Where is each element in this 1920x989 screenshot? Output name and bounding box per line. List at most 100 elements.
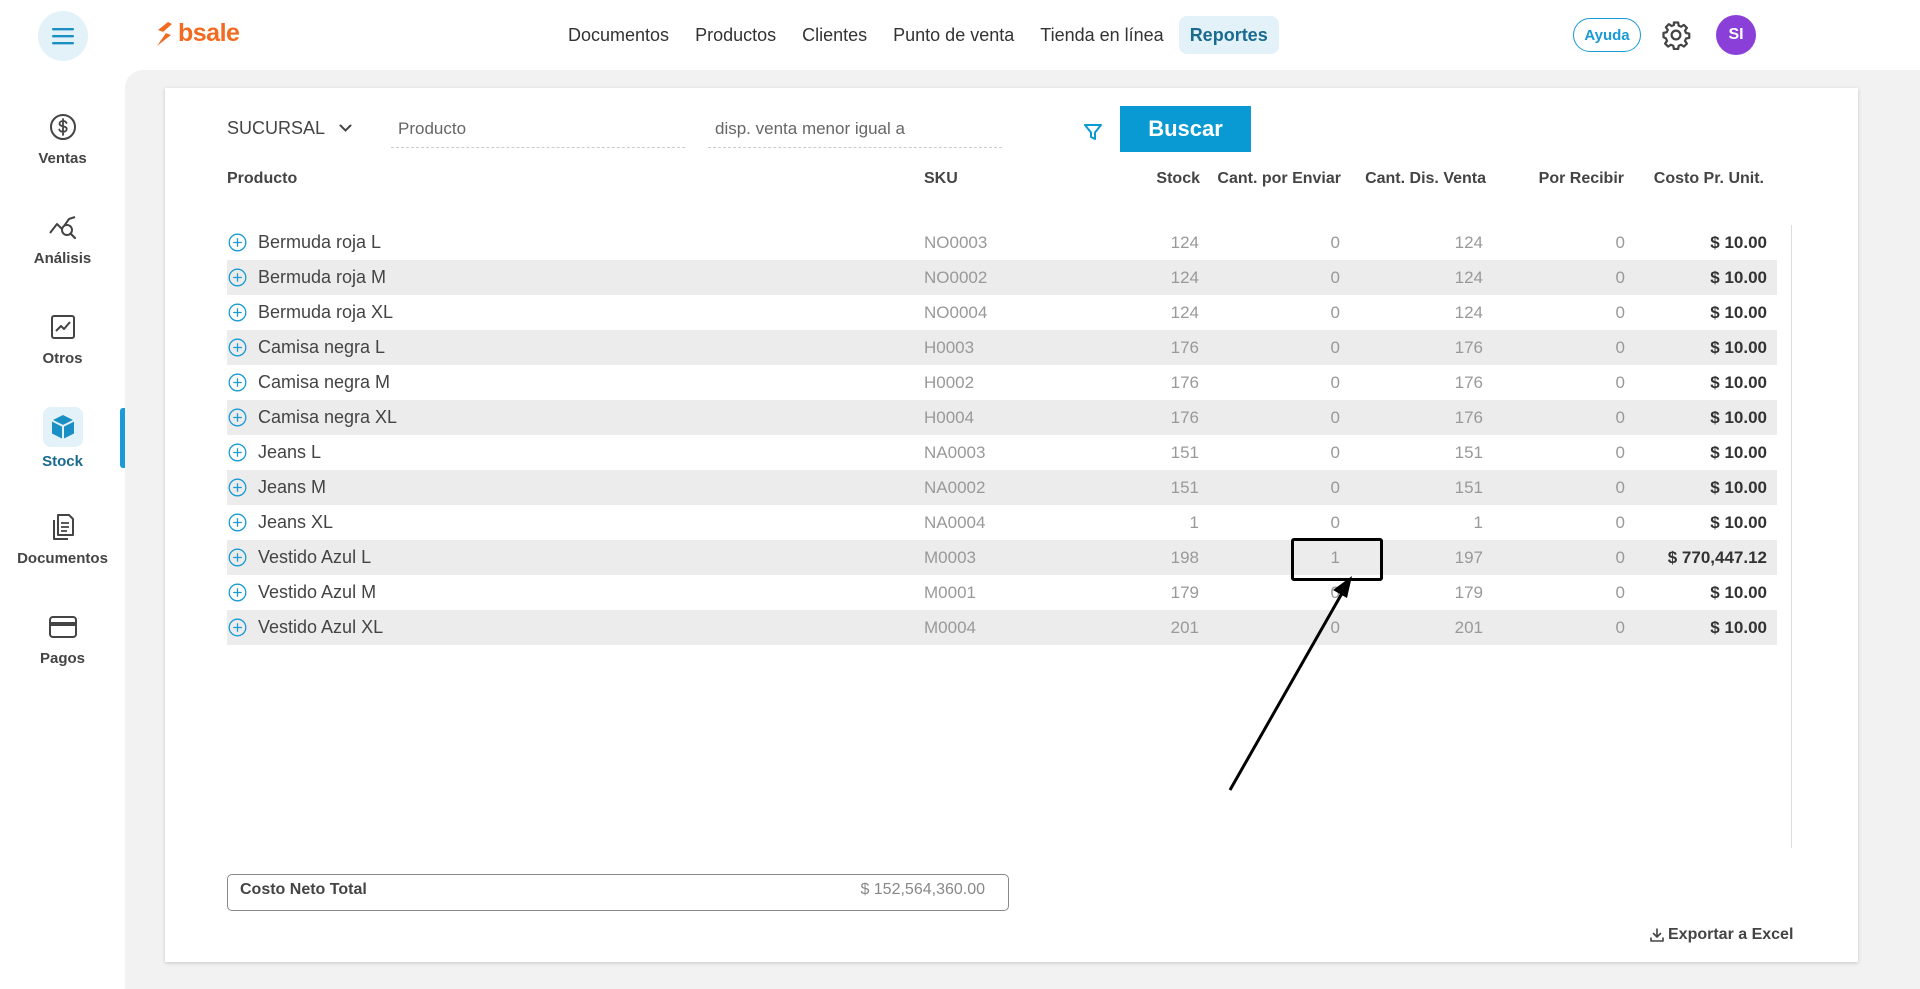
stock-value: 176 — [1170, 373, 1199, 392]
to-receive-value: 0 — [1615, 408, 1625, 427]
column-header-product[interactable]: Producto — [227, 170, 297, 188]
expand-row-icon[interactable] — [228, 443, 247, 462]
sidebar-item-pagos[interactable]: Pagos — [0, 598, 125, 678]
column-header-stock[interactable]: Stock — [1156, 170, 1200, 188]
bsale-logo-icon — [157, 21, 172, 46]
nav-clientes[interactable]: Clientes — [791, 16, 878, 54]
available-value: 1 — [1473, 513, 1483, 532]
product-sku: H0004 — [924, 408, 975, 427]
product-sku: H0003 — [924, 338, 975, 357]
sidebar-item-analisis[interactable]: Análisis — [0, 198, 125, 278]
expand-row-icon[interactable] — [228, 303, 247, 322]
sidebar-item-ventas[interactable]: Ventas — [0, 98, 125, 178]
branch-select-label: SUCURSAL — [227, 118, 326, 138]
filter-icon[interactable] — [1083, 122, 1103, 142]
brand-logo[interactable]: bsale — [154, 19, 240, 48]
to-receive-value: 0 — [1615, 233, 1625, 252]
product-sku: NA0004 — [924, 513, 986, 532]
table-row[interactable]: Camisa negra M H0002 176 0 176 0 $ 10.00 — [227, 365, 1777, 400]
available-value: 176 — [1454, 408, 1483, 427]
branch-select[interactable]: SUCURSAL — [227, 118, 352, 139]
product-sku: NA0003 — [924, 443, 986, 462]
to-receive-value: 0 — [1615, 303, 1625, 322]
dollar-circle-icon — [49, 113, 76, 140]
nav-productos[interactable]: Productos — [684, 16, 787, 54]
product-sku: M0004 — [924, 618, 976, 637]
nav-reportes[interactable]: Reportes — [1178, 16, 1279, 54]
disp-venta-input[interactable]: disp. venta menor igual a — [708, 114, 1002, 148]
filter-bar: SUCURSAL Producto disp. venta menor igua… — [227, 106, 1827, 152]
table-row[interactable]: Camisa negra L H0003 176 0 176 0 $ 10.00 — [227, 330, 1777, 365]
to-receive-value: 0 — [1615, 338, 1625, 357]
expand-row-icon[interactable] — [228, 548, 247, 567]
available-value: 201 — [1454, 618, 1483, 637]
search-button[interactable]: Buscar — [1120, 106, 1251, 152]
sidebar-item-stock[interactable]: Stock — [0, 398, 125, 478]
to-send-value: 0 — [1330, 268, 1340, 287]
product-sku: NO0002 — [924, 268, 988, 287]
product-name: Camisa negra XL — [258, 407, 398, 427]
stock-value: 151 — [1170, 443, 1199, 462]
table-row[interactable]: Vestido Azul L M0003 198 1 197 0 $ 770,447.12 — [227, 540, 1777, 575]
top-bar: bsale Documentos Productos Clientes Punt… — [0, 0, 1920, 70]
expand-row-icon[interactable] — [228, 373, 247, 392]
export-excel-button[interactable]: Exportar a Excel — [1650, 926, 1793, 944]
stock-value: 1 — [1189, 513, 1199, 532]
product-name: Jeans L — [258, 442, 322, 462]
column-header-unit-cost[interactable]: Costo Pr. Unit. — [1654, 170, 1764, 188]
export-excel-label: Exportar a Excel — [1668, 926, 1794, 943]
table-row[interactable]: Bermuda roja M NO0002 124 0 124 0 $ 10.00 — [227, 260, 1777, 295]
sidebar-item-otros[interactable]: Otros — [0, 298, 125, 378]
sidebar-item-documentos[interactable]: Documentos — [0, 498, 125, 578]
expand-row-icon[interactable] — [228, 408, 247, 427]
expand-row-icon[interactable] — [228, 478, 247, 497]
user-avatar[interactable]: SI — [1716, 15, 1756, 55]
to-send-value: 0 — [1330, 233, 1340, 252]
to-send-value: 0 — [1330, 373, 1340, 392]
stock-value: 124 — [1170, 233, 1199, 252]
stock-value: 124 — [1170, 303, 1199, 322]
expand-row-icon[interactable] — [228, 233, 247, 252]
column-header-to-send[interactable]: Cant. por Enviar — [1217, 170, 1341, 188]
nav-documentos[interactable]: Documentos — [557, 16, 680, 54]
table-row[interactable]: Vestido Azul M M0001 179 0 179 0 $ 10.00 — [227, 575, 1777, 610]
nav-tienda-en-linea[interactable]: Tienda en línea — [1029, 16, 1174, 54]
column-header-sku[interactable]: SKU — [924, 170, 958, 188]
help-button[interactable]: Ayuda — [1573, 18, 1641, 52]
total-net-cost: Costo Neto Total $ 152,564,360.00 — [227, 874, 1009, 911]
table-row[interactable]: Bermuda roja L NO0003 124 0 124 0 $ 10.00 — [227, 225, 1777, 260]
product-name: Bermuda roja XL — [258, 302, 394, 322]
stock-value: 176 — [1170, 408, 1199, 427]
available-value: 197 — [1454, 548, 1483, 567]
to-send-value: 0 — [1330, 303, 1340, 322]
expand-row-icon[interactable] — [228, 268, 247, 287]
to-receive-value: 0 — [1615, 548, 1625, 567]
table-row[interactable]: Jeans M NA0002 151 0 151 0 $ 10.00 — [227, 470, 1777, 505]
column-header-available[interactable]: Cant. Dis. Venta — [1365, 170, 1486, 188]
expand-row-icon[interactable] — [228, 338, 247, 357]
table-row[interactable]: Jeans L NA0003 151 0 151 0 $ 10.00 — [227, 435, 1777, 470]
to-receive-value: 0 — [1615, 583, 1625, 602]
gear-icon[interactable] — [1661, 20, 1691, 50]
table-row[interactable]: Camisa negra XL H0004 176 0 176 0 $ 10.00 — [227, 400, 1777, 435]
column-header-to-receive[interactable]: Por Recibir — [1539, 170, 1624, 188]
table-row[interactable]: Vestido Azul XL M0004 201 0 201 0 $ 10.00 — [227, 610, 1777, 645]
expand-row-icon[interactable] — [228, 583, 247, 602]
scrollbar-track[interactable] — [1791, 225, 1792, 848]
available-value: 151 — [1454, 478, 1483, 497]
stock-value: 176 — [1170, 338, 1199, 357]
expand-row-icon[interactable] — [228, 513, 247, 532]
table-row[interactable]: Bermuda roja XL NO0004 124 0 124 0 $ 10.00 — [227, 295, 1777, 330]
table-row[interactable]: Jeans XL NA0004 1 0 1 0 $ 10.00 — [227, 505, 1777, 540]
to-receive-value: 0 — [1615, 513, 1625, 532]
credit-card-icon — [48, 615, 77, 638]
hamburger-menu-button[interactable] — [38, 11, 88, 61]
unit-cost-value: $ 10.00 — [1710, 618, 1767, 637]
product-sku: NO0004 — [924, 303, 988, 322]
product-input[interactable]: Producto — [391, 114, 685, 148]
chart-square-icon — [50, 314, 75, 339]
highlight-annotation-box — [1291, 538, 1383, 581]
expand-row-icon[interactable] — [228, 618, 247, 637]
stock-value: 201 — [1170, 618, 1199, 637]
nav-punto-de-venta[interactable]: Punto de venta — [882, 16, 1025, 54]
